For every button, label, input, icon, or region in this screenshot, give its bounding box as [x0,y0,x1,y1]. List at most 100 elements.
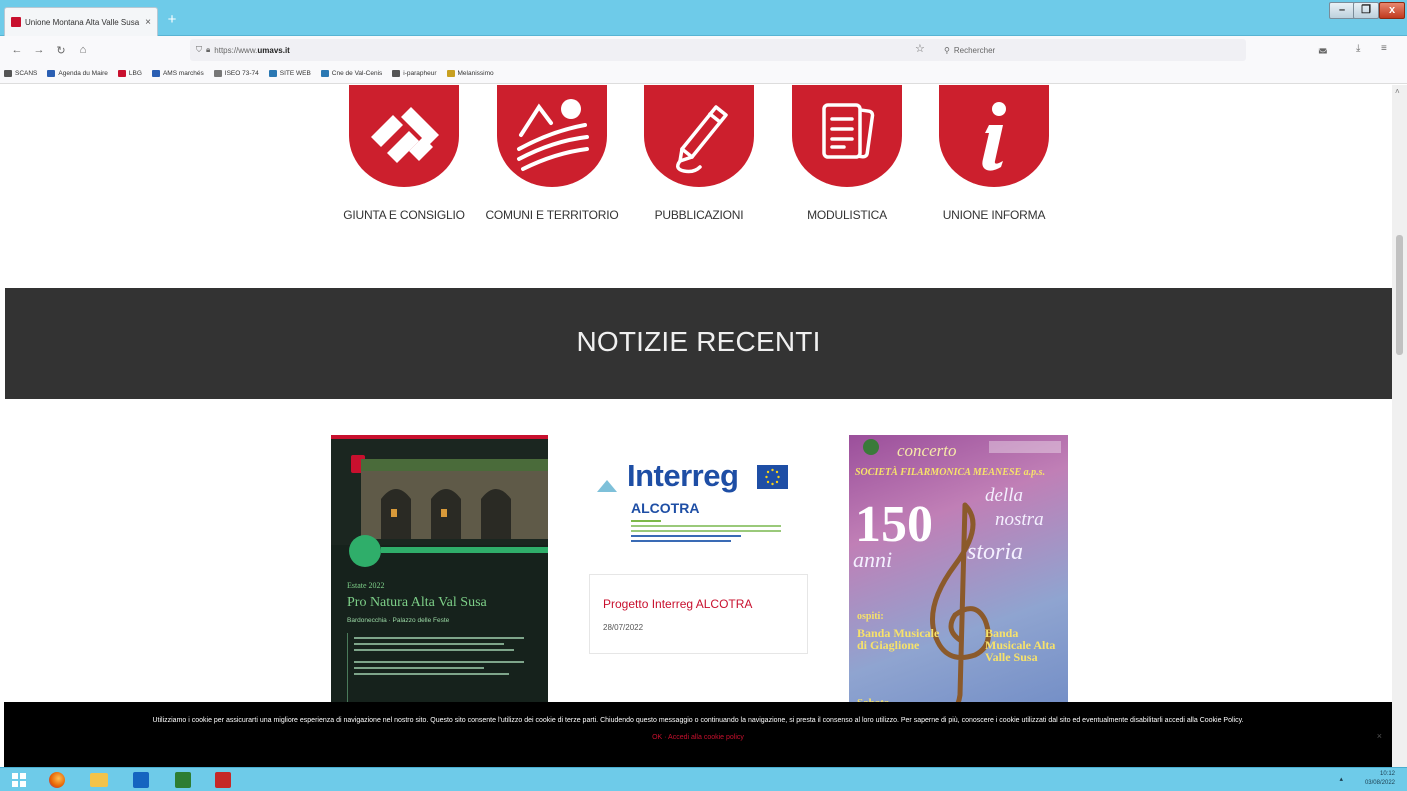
quicklink-comuni-button[interactable] [497,85,607,187]
bookmark-label: i-parapheur [403,70,437,77]
bookmark-star-icon[interactable]: ☆ [915,42,925,55]
cookie-close-icon[interactable]: × [1377,730,1382,743]
quicklink-giunta-button[interactable] [349,85,459,187]
bookmark-item[interactable]: SITE WEB [268,70,311,77]
search-icon: ⚲ [944,45,950,55]
bookmark-icon [268,70,277,77]
cookie-accept-link[interactable]: OK · Accedi alla cookie policy [34,731,1362,744]
quicklink-label[interactable]: COMUNI E TERRITORIO [472,208,632,222]
poster-header: concerto [897,441,957,460]
mountain-landscape-icon [517,99,589,171]
documents-icon [822,103,875,159]
scroll-up-icon[interactable]: ˄ [1395,87,1400,96]
quicklink-label[interactable]: GIUNTA E CONSIGLIO [324,208,484,222]
tab-close-icon[interactable]: × [145,17,151,28]
taskbar-firefox[interactable] [42,770,72,790]
treble-clef-icon [930,502,991,714]
quicklink-label[interactable]: MODULISTICA [767,208,927,222]
bookmark-icon [117,70,126,77]
bookmark-item[interactable]: Cne de Val-Cenis [320,70,382,77]
bookmark-item[interactable]: AMS marchés [151,70,204,77]
windows-taskbar: ▴ 10:12 03/08/2022 [0,767,1407,791]
outlook-icon [133,772,149,788]
forward-icon[interactable]: → [28,44,50,56]
poster-subtitle: Bardonecchia · Palazzo delle Feste [347,617,450,624]
bookmark-icon [213,70,222,77]
taskbar-outlook[interactable] [126,770,156,790]
minimize-button[interactable]: – [1329,2,1355,19]
poster-ospiti: ospiti: [857,611,884,622]
society-logo-icon [863,439,879,455]
poster-guest-2: Banda Musicale Alta Valle Susa [985,626,1056,664]
browser-tab[interactable]: Unione Montana Alta Valle Susa × [4,7,158,36]
bookmark-icon [151,70,160,77]
interreg-mountain-icon [597,480,617,492]
bookmark-label: LBG [128,70,142,77]
bookmark-item[interactable]: LBG [117,70,142,77]
quicklink-label[interactable]: UNIONE INFORMA [914,208,1074,222]
start-button[interactable] [4,770,34,790]
taskbar-explorer[interactable] [84,770,114,790]
news-card-concerto[interactable]: concerto SOCIETÀ FILARMONICA MEANESE a.p… [849,435,1068,725]
section-title: NOTIZIE RECENTI [576,326,821,357]
new-tab-button[interactable]: + [162,10,182,30]
bookmark-icon [47,70,56,77]
news-card-title[interactable]: Progetto Interreg ALCOTRA [603,597,752,611]
reload-icon[interactable]: ↻ [50,44,72,57]
navigation-toolbar: ← → ↻ ⌂ ⛉ 🔒︎ https://www.umavs.it ☆ ⚲ Re… [0,36,1407,64]
poster-guest-1: Banda Musicale di Giaglione [857,626,940,652]
interreg-brand: Interreg [627,458,739,493]
pocket-icon[interactable]: ◛ [1318,43,1328,54]
bookmark-item[interactable]: Agenda du Maire [47,70,108,77]
bookmark-icon [392,70,401,77]
shield-icon[interactable]: ⛉ [196,45,202,55]
bookmark-item[interactable]: ISEO 73-74 [213,70,259,77]
back-icon[interactable]: ← [6,44,28,56]
tray-arrow-icon[interactable]: ▴ [1339,775,1343,783]
quicklink-unione-informa-button[interactable] [939,85,1049,187]
quicklink-pubblicazioni-button[interactable] [644,85,754,187]
folder-icon [90,773,108,787]
bookmark-icon [320,70,329,77]
eu-flag-icon [757,465,788,489]
scroll-thumb[interactable] [1396,235,1403,355]
taskbar-project[interactable] [168,770,198,790]
news-card-interreg-image[interactable]: Interreg ALCOTRA [589,438,808,574]
acrobat-icon [215,772,231,788]
bookmark-label: Melanissimo [457,70,494,77]
bookmark-item[interactable]: Melanissimo [446,70,494,77]
news-card-pro-natura[interactable]: Estate 2022 Pro Natura Alta Val Susa Bar… [331,435,548,725]
poster-society: SOCIETÀ FILARMONICA MEANESE a.p.s. [855,467,1046,478]
quicklink-label[interactable]: PUBBLICAZIONI [619,208,779,222]
page-scrollbar[interactable]: ˄ [1392,85,1407,767]
news-card-interreg-body[interactable]: Progetto Interreg ALCOTRA 28/07/2022 [589,574,808,654]
bookmark-icon [4,70,12,77]
taskbar-acrobat[interactable] [208,770,238,790]
url-text: https://www.umavs.it [214,45,290,55]
clock-time: 10:12 [1379,771,1395,777]
search-placeholder: Rechercher [953,45,996,55]
poster-top-stripe [331,435,548,439]
home-icon[interactable]: ⌂ [72,44,94,56]
cookie-banner: Utilizziamo i cookie per assicurarti una… [4,702,1392,767]
bookmark-label: Agenda du Maire [58,70,108,77]
green-stripe [381,547,548,553]
alcotra-label: ALCOTRA [631,500,700,516]
address-bar[interactable]: ⛉ 🔒︎ https://www.umavs.it [190,39,942,61]
maximize-button[interactable]: ❐ [1353,2,1379,19]
menu-icon[interactable]: ≡ [1381,43,1387,54]
info-icon [982,102,1006,171]
quicklink-modulistica-button[interactable] [792,85,902,187]
search-box[interactable]: ⚲ Rechercher [938,39,1246,61]
bookmarks-bar: SCANS Agenda du Maire LBG AMS marchés ISEO 7… [0,64,1407,84]
lock-icon[interactable]: 🔒︎ [206,45,210,55]
download-icon[interactable]: ⤓ [1356,43,1360,54]
poster-text-block [347,633,537,705]
bookmark-item[interactable]: SCANS [4,70,37,77]
close-window-button[interactable]: x [1379,2,1405,19]
windows-logo-icon [12,773,26,787]
bookmark-item[interactable]: i-parapheur [392,70,437,77]
building-illustration-icon [361,459,548,539]
taskbar-clock[interactable]: 10:12 03/08/2022 [1365,770,1395,788]
news-section-header: NOTIZIE RECENTI [5,288,1392,399]
